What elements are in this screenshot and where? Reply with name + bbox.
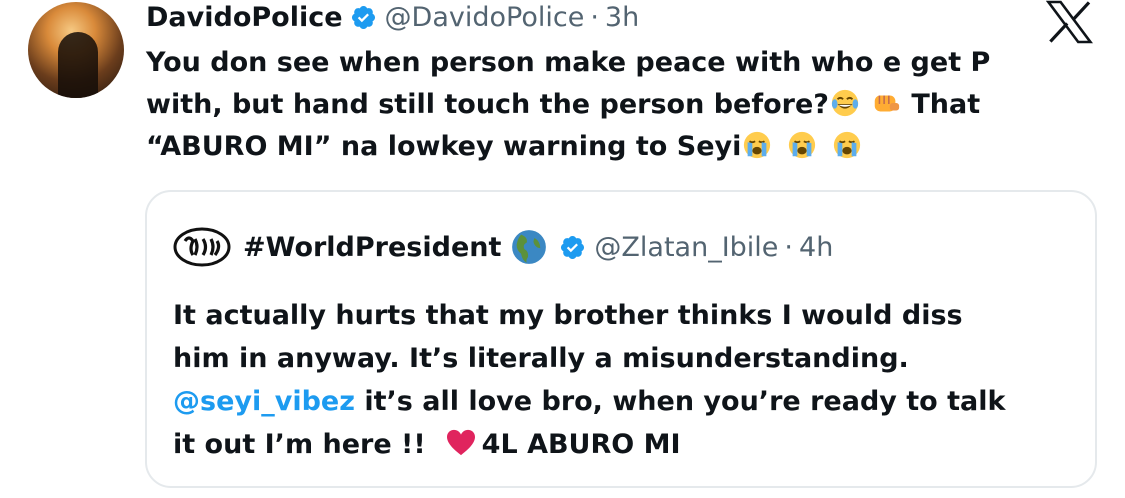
tweet-line-1: You don see when person make peace with …	[146, 47, 991, 78]
mention-link[interactable]: @seyi_vibez	[173, 386, 355, 417]
author-display-name[interactable]: DavidoPolice	[146, 2, 343, 33]
separator-dot: ·	[590, 1, 599, 33]
loudly-crying-face-icon	[834, 131, 861, 159]
quoted-tweet-header: #WorldPresident @Zlatan_Ibile · 4h	[173, 227, 833, 267]
avatar-silhouette	[58, 32, 98, 98]
tweet-line-3-text: “ABURO MI” na lowkey warning to Seyi	[146, 131, 742, 162]
tweet-line-2: with, but hand still touch the person be…	[146, 84, 1076, 126]
globe-americas-icon	[512, 230, 547, 264]
tweet-line-2-end: That	[911, 89, 981, 120]
tweet-time[interactable]: 3h	[605, 2, 639, 33]
tweet-text: You don see when person make peace with …	[146, 42, 1076, 168]
tweet-header: DavidoPolice @DavidoPolice · 3h	[146, 0, 639, 34]
quoted-tweet-text: It actually hurts that my brother thinks…	[173, 294, 1073, 466]
quoted-line-4: it out I’m here !! 4L ABURO MI	[173, 423, 1073, 466]
oncoming-fist-icon	[874, 95, 900, 112]
loudly-crying-face-icon	[789, 131, 816, 159]
x-logo-icon	[1046, 0, 1093, 44]
quoted-line-1: It actually hurts that my brother thinks…	[173, 300, 963, 331]
quoted-author-avatar-icon[interactable]	[173, 227, 231, 267]
red-heart-icon	[446, 429, 475, 456]
loudly-crying-face-icon	[744, 131, 771, 159]
verified-badge-icon	[351, 5, 375, 29]
quoted-line-3: @seyi_vibez it’s all love bro, when you’…	[173, 380, 1073, 423]
quoted-line-2: him in anyway. It’s literally a misunder…	[173, 343, 909, 374]
quoted-line-4-text: it out I’m here !!	[173, 429, 426, 460]
quoted-author-display-name[interactable]: #WorldPresident	[243, 232, 501, 263]
tweet-line-2-text: with, but hand still touch the person be…	[146, 89, 829, 120]
tweet-line-3: “ABURO MI” na lowkey warning to Seyi	[146, 126, 1076, 168]
author-avatar[interactable]	[28, 2, 124, 98]
quoted-separator-dot: ·	[784, 231, 794, 263]
quoted-tweet-time[interactable]: 4h	[799, 232, 833, 263]
quoted-line-3-rest: it’s all love bro, when you’re ready to …	[354, 386, 1006, 417]
author-handle[interactable]: @DavidoPolice	[385, 2, 585, 33]
quoted-line-4-end: 4L ABURO MI	[481, 429, 681, 460]
quoted-tweet-card[interactable]: #WorldPresident @Zlatan_Ibile · 4h It ac…	[145, 190, 1097, 488]
quoted-verified-badge-icon	[561, 235, 585, 259]
quoted-author-handle[interactable]: @Zlatan_Ibile	[594, 232, 778, 263]
face-with-tears-of-joy-icon	[831, 89, 859, 117]
